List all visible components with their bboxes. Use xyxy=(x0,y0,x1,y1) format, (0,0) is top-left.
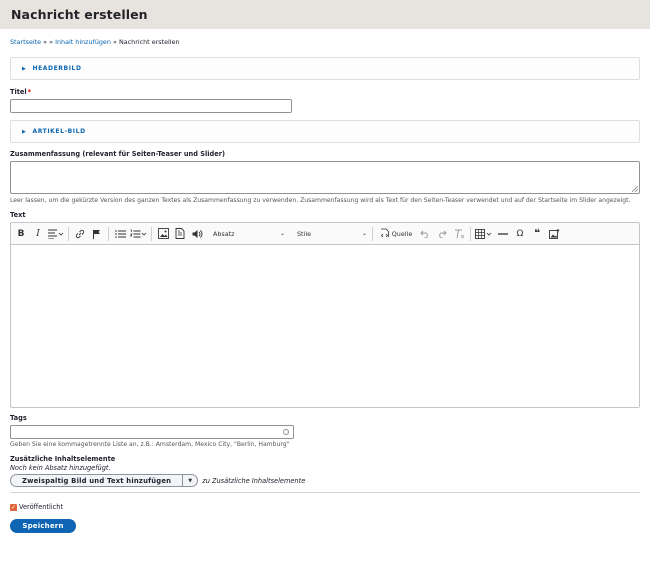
breadcrumb-home-link[interactable]: Startseite xyxy=(10,38,41,46)
remove-format-icon xyxy=(454,229,464,238)
insert-table-dropdown-button[interactable] xyxy=(475,226,493,242)
link-button[interactable] xyxy=(73,226,87,242)
italic-button[interactable]: I xyxy=(31,226,45,242)
editor-content-area[interactable] xyxy=(11,245,639,407)
tags-field: Tags Geben Sie eine kommagetrennte Liste… xyxy=(10,414,640,450)
published-checkbox-row[interactable]: ✓ Veröffentlicht xyxy=(10,503,640,511)
style-dropdown-value: Stile xyxy=(297,229,312,238)
tags-autocomplete-input[interactable] xyxy=(10,425,294,439)
header-image-details[interactable]: ▶ HEADERBILD xyxy=(10,57,640,80)
extra-elements-empty-note: Noch kein Absatz hinzugefügt. xyxy=(10,464,111,472)
remove-format-button[interactable] xyxy=(452,226,466,242)
insert-image-button[interactable] xyxy=(156,226,170,242)
page-title: Nachricht erstellen xyxy=(11,7,148,22)
toolbar-separator xyxy=(151,226,152,241)
heading-dropdown[interactable]: Absatz ⌄ xyxy=(213,226,285,242)
article-image-label: ARTIKEL-BILD xyxy=(32,128,86,135)
summary-textarea[interactable] xyxy=(10,161,640,194)
numbered-list-icon xyxy=(130,229,147,237)
insert-file-button[interactable] xyxy=(173,226,187,242)
numbered-list-dropdown-button[interactable] xyxy=(130,226,147,242)
summary-field: Zusammenfassung (relevant für Seiten-Tea… xyxy=(10,150,640,206)
redo-button[interactable] xyxy=(435,226,449,242)
toolbar-separator xyxy=(470,226,471,241)
redo-icon xyxy=(439,230,447,238)
horizontal-line-icon xyxy=(498,232,508,235)
add-paragraph-split-button: Zweispaltig Bild und Text hinzufügen ▼ z… xyxy=(10,474,640,487)
required-marker: * xyxy=(27,88,32,96)
article-image-details[interactable]: ▶ ARTIKEL-BILD xyxy=(10,120,640,143)
published-label: Veröffentlicht xyxy=(19,503,64,511)
summary-label: Zusammenfassung (relevant für Seiten-Tea… xyxy=(10,150,225,158)
toolbar-separator xyxy=(108,226,109,241)
bold-button[interactable]: B xyxy=(14,226,28,242)
main-content: Startseite » » Inhalt hinzufügen » Nachr… xyxy=(0,38,650,533)
rich-text-editor: B I Absatz ⌄ Stile ⌄ Quelle Ω ❝ xyxy=(10,222,640,408)
text-label: Text xyxy=(10,211,26,219)
table-icon xyxy=(475,228,492,239)
extra-elements-label: Zusätzliche Inhaltselemente xyxy=(10,455,116,463)
breadcrumb-separator: » xyxy=(112,38,117,46)
align-dropdown-button[interactable] xyxy=(48,226,64,242)
resize-grip-icon[interactable] xyxy=(632,186,638,192)
breadcrumb: Startseite » » Inhalt hinzufügen » Nachr… xyxy=(10,38,640,48)
horizontal-line-button[interactable] xyxy=(496,226,510,242)
undo-button[interactable] xyxy=(418,226,432,242)
speaker-icon xyxy=(192,229,202,238)
toolbar-separator xyxy=(372,226,373,241)
header-image-label: HEADERBILD xyxy=(32,65,82,72)
align-icon xyxy=(48,229,64,239)
header-image-summary[interactable]: ▶ HEADERBILD xyxy=(22,65,82,72)
published-checkbox[interactable]: ✓ xyxy=(10,503,17,511)
source-button-label: Quelle xyxy=(391,229,413,238)
autocomplete-throbber-icon xyxy=(283,429,289,435)
special-characters-button[interactable]: Ω xyxy=(513,226,527,242)
chevron-down-icon: ⌄ xyxy=(361,230,367,237)
summary-description: Leer lassen, um die gekürzte Version des… xyxy=(10,197,631,204)
text-field: Text B I Absatz ⌄ Stile ⌄ Quelle Ω ❝ xyxy=(10,211,640,408)
style-dropdown[interactable]: Stile ⌄ xyxy=(297,226,367,242)
source-icon xyxy=(380,228,389,238)
insert-audio-button[interactable] xyxy=(190,226,204,242)
bulleted-list-icon xyxy=(114,229,126,238)
add-dropdown-toggle[interactable]: ▼ xyxy=(183,474,199,487)
source-button[interactable]: Quelle xyxy=(377,226,415,242)
breadcrumb-separator: » xyxy=(43,38,48,46)
blockquote-button[interactable]: ❝ xyxy=(530,226,544,242)
save-button[interactable]: Speichern xyxy=(10,519,76,533)
document-icon xyxy=(175,228,185,239)
title-input[interactable] xyxy=(10,99,292,113)
flag-icon xyxy=(93,229,100,239)
editor-toolbar: B I Absatz ⌄ Stile ⌄ Quelle Ω ❝ xyxy=(11,223,639,245)
breadcrumb-current: Nachricht erstellen xyxy=(118,38,180,46)
add-button-suffix: zu Zusätzliche Inhaltselemente xyxy=(202,476,306,485)
image-upload-button[interactable] xyxy=(547,226,561,242)
tags-label: Tags xyxy=(10,414,27,422)
expand-triangle-icon: ▶ xyxy=(22,65,27,72)
toolbar-separator xyxy=(68,226,69,241)
undo-icon xyxy=(420,230,428,238)
title-field: Titel* xyxy=(10,88,640,113)
bulleted-list-button[interactable] xyxy=(113,226,127,242)
link-icon xyxy=(75,229,85,238)
add-two-column-button[interactable]: Zweispaltig Bild und Text hinzufügen xyxy=(10,474,184,487)
breadcrumb-add-content-link[interactable]: Inhalt hinzufügen xyxy=(55,38,111,46)
title-label: Titel* xyxy=(10,88,32,96)
tags-description: Geben Sie eine kommagetrennte Liste an, … xyxy=(10,441,290,448)
anchor-button[interactable] xyxy=(90,226,104,242)
chevron-down-icon: ⌄ xyxy=(279,230,285,237)
article-image-summary[interactable]: ▶ ARTIKEL-BILD xyxy=(22,128,86,135)
divider xyxy=(10,492,640,493)
extra-elements-field: Zusätzliche Inhaltselemente Noch kein Ab… xyxy=(10,455,640,487)
image-upload-icon xyxy=(548,228,559,239)
image-icon xyxy=(157,228,169,239)
expand-triangle-icon: ▶ xyxy=(22,128,27,135)
heading-dropdown-value: Absatz xyxy=(213,229,235,238)
breadcrumb-separator: » xyxy=(49,38,54,46)
page-header: Nachricht erstellen xyxy=(0,0,650,29)
caret-down-icon: ▼ xyxy=(188,477,193,484)
